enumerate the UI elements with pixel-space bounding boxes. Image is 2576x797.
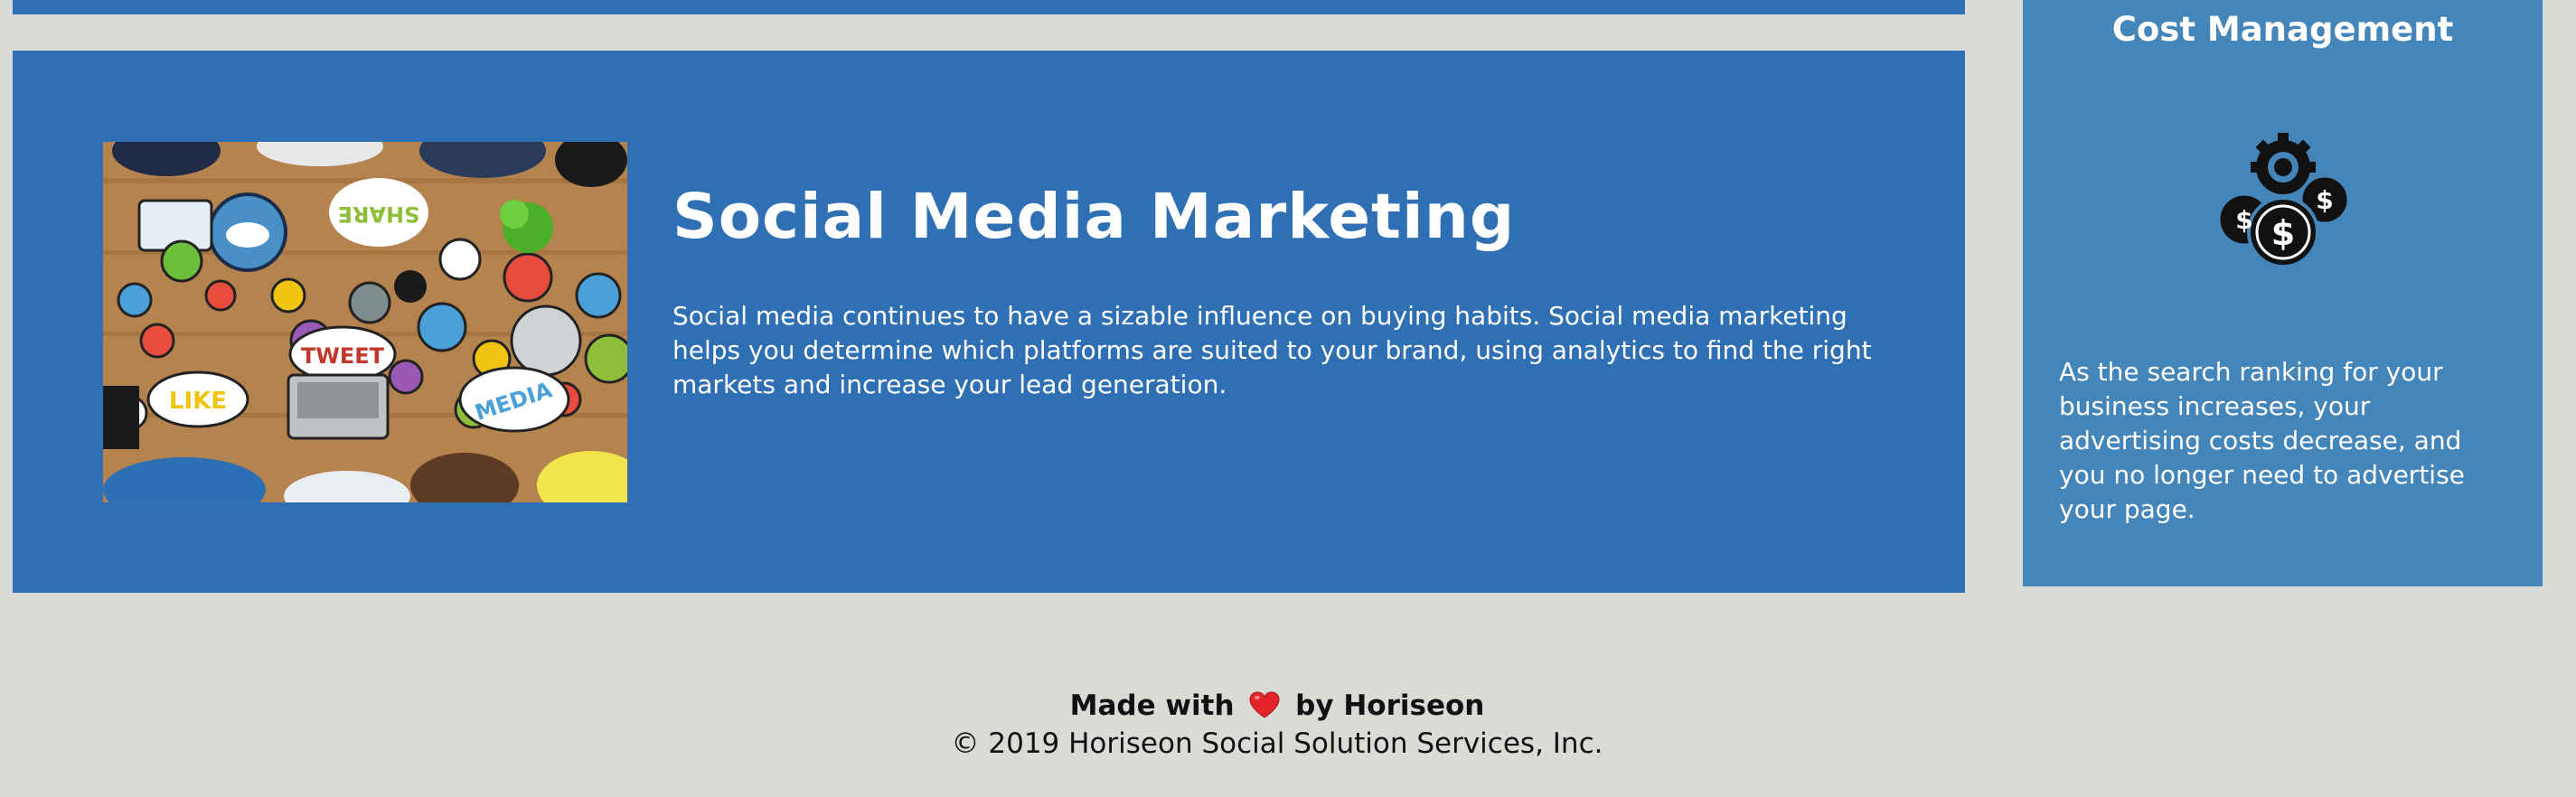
- share-bubble-text: SHARE: [338, 202, 420, 227]
- footer: Made with by Horiseon © 2019 Horiseon So…: [0, 687, 2554, 763]
- cost-management-description: As the search ranking for your business …: [2059, 357, 2465, 524]
- svg-text:$: $: [2235, 205, 2252, 235]
- section-title: Social Media Marketing: [672, 181, 1516, 253]
- social-media-image: SHARE TWEET LIKE MEDIA: [103, 142, 627, 502]
- section-description: Social media continues to have a sizable…: [672, 301, 1872, 399]
- social-media-illustration: SHARE TWEET LIKE MEDIA: [103, 142, 627, 502]
- by-horiseon-text: by Horiseon: [1295, 689, 1485, 722]
- cost-management-title: Cost Management: [2111, 10, 2454, 49]
- cost-management-icon: $ $ $: [2217, 133, 2350, 268]
- svg-text:$: $: [2316, 185, 2333, 215]
- previous-section-bar: [13, 0, 1965, 14]
- tweet-bubble-text: TWEET: [301, 343, 385, 369]
- cost-management-card: Cost Management $ $ $ As the search rank…: [2023, 0, 2543, 586]
- like-bubble-text: LIKE: [169, 388, 227, 415]
- footer-made-with: Made with by Horiseon: [0, 687, 2554, 725]
- footer-copyright: © 2019 Horiseon Social Solution Services…: [951, 727, 1603, 760]
- svg-text:$: $: [2271, 213, 2295, 253]
- made-with-text: Made with: [1069, 689, 1235, 722]
- social-media-marketing-section: SHARE TWEET LIKE MEDIA Social Media Mark…: [13, 51, 1965, 593]
- heart-icon: [1249, 691, 1280, 718]
